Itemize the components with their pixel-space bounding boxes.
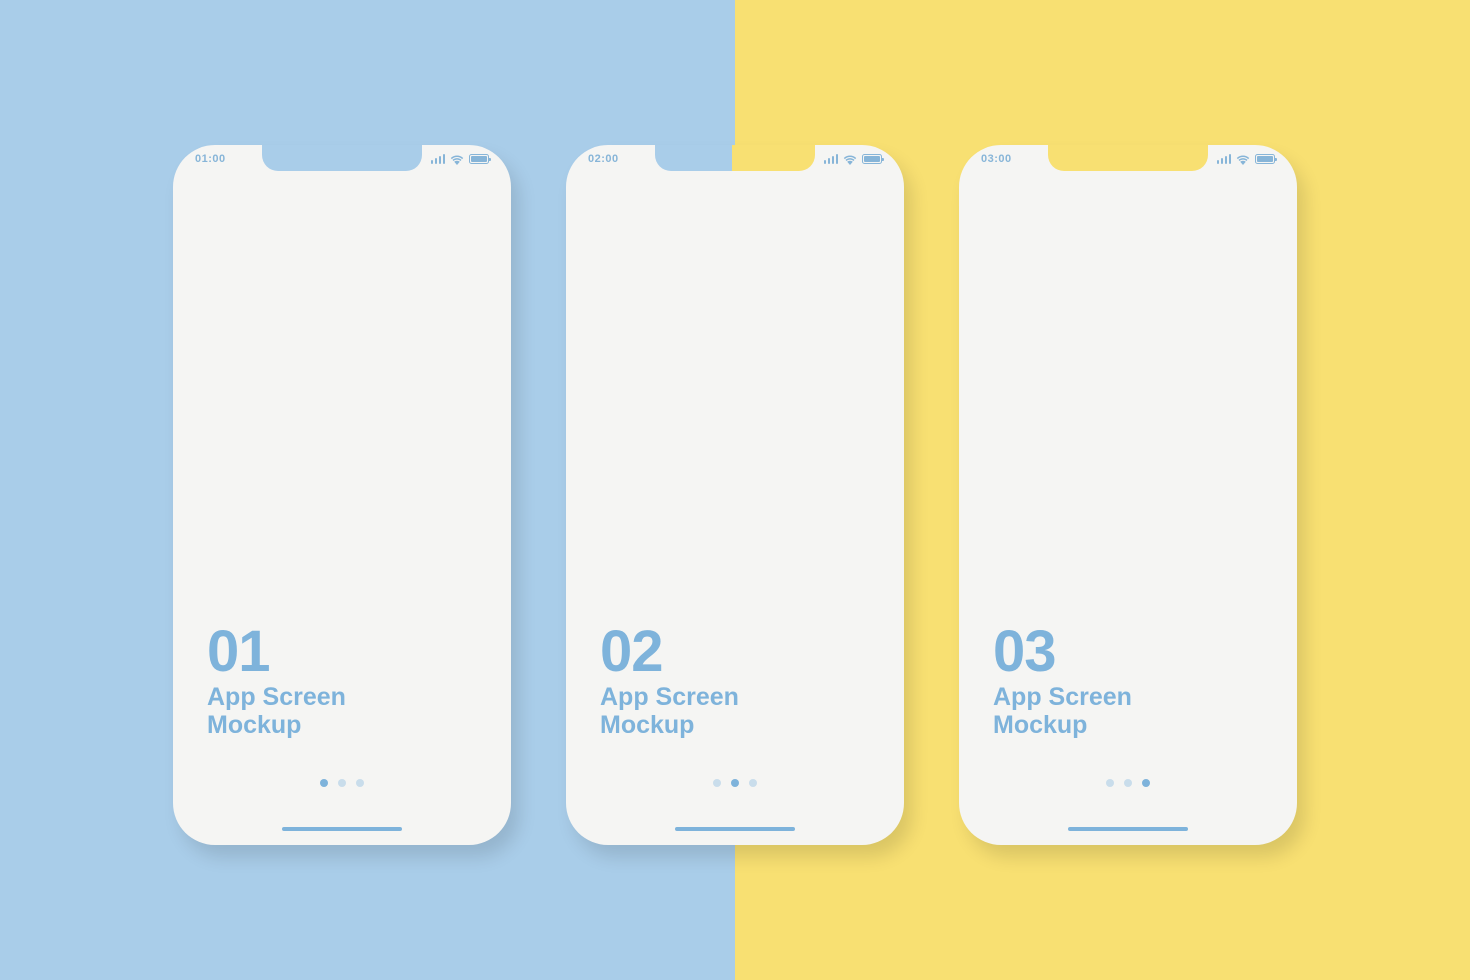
home-indicator[interactable] xyxy=(282,827,402,832)
page-dot-3[interactable] xyxy=(356,779,364,787)
screen-title: App Screen Mockup xyxy=(207,683,346,741)
page-dots xyxy=(320,779,364,787)
home-indicator[interactable] xyxy=(675,827,795,832)
phone-mockup-2: 02:00 02 App Screen Mockup xyxy=(566,145,904,845)
screen-content: 03 App Screen Mockup xyxy=(993,623,1132,741)
wifi-icon xyxy=(843,154,857,165)
status-icons xyxy=(431,154,490,165)
battery-icon xyxy=(1255,154,1275,164)
page-dot-1[interactable] xyxy=(713,779,721,787)
status-time: 01:00 xyxy=(195,153,226,165)
page-dot-3[interactable] xyxy=(1142,779,1150,787)
screen-title: App Screen Mockup xyxy=(993,683,1132,741)
screen-title: App Screen Mockup xyxy=(600,683,739,741)
wifi-icon xyxy=(1236,154,1250,165)
page-dot-2[interactable] xyxy=(731,779,739,787)
page-dot-3[interactable] xyxy=(749,779,757,787)
phone-mockup-1: 01:00 01 App Screen Mockup xyxy=(173,145,511,845)
battery-icon xyxy=(862,154,882,164)
screen-number: 02 xyxy=(600,623,739,681)
screen-content: 01 App Screen Mockup xyxy=(207,623,346,741)
status-time: 03:00 xyxy=(981,153,1012,165)
page-dot-1[interactable] xyxy=(320,779,328,787)
screen-number: 01 xyxy=(207,623,346,681)
screen-number: 03 xyxy=(993,623,1132,681)
status-bar: 01:00 xyxy=(173,153,511,165)
page-dot-2[interactable] xyxy=(1124,779,1132,787)
status-time: 02:00 xyxy=(588,153,619,165)
battery-icon xyxy=(469,154,489,164)
status-icons xyxy=(1217,154,1276,165)
status-icons xyxy=(824,154,883,165)
screen-content: 02 App Screen Mockup xyxy=(600,623,739,741)
phone-mockup-3: 03:00 03 App Screen Mockup xyxy=(959,145,1297,845)
home-indicator[interactable] xyxy=(1068,827,1188,832)
page-dot-2[interactable] xyxy=(338,779,346,787)
page-dots xyxy=(1106,779,1150,787)
wifi-icon xyxy=(450,154,464,165)
status-bar: 02:00 xyxy=(566,153,904,165)
signal-icon xyxy=(1217,154,1232,164)
page-dots xyxy=(713,779,757,787)
page-dot-1[interactable] xyxy=(1106,779,1114,787)
status-bar: 03:00 xyxy=(959,153,1297,165)
phones-container: 01:00 01 App Screen Mockup xyxy=(0,145,1470,845)
signal-icon xyxy=(824,154,839,164)
signal-icon xyxy=(431,154,446,164)
